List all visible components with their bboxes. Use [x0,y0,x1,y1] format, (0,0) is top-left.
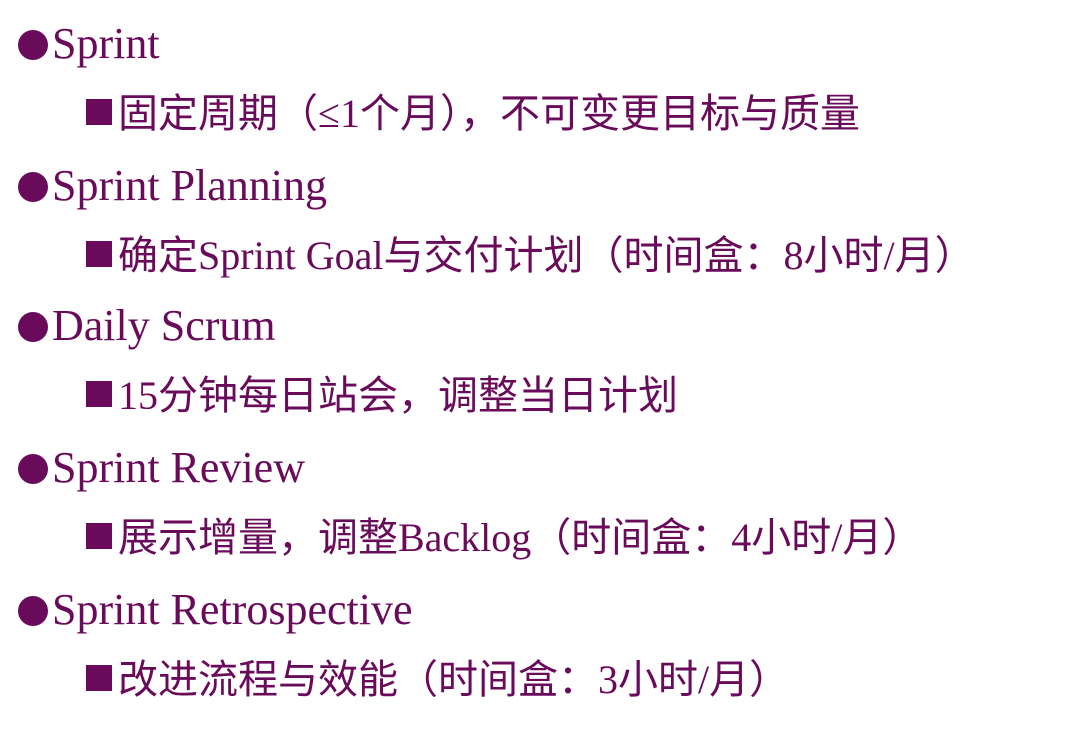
circle-bullet-icon [18,454,48,484]
sub-bullet-item: 15分钟每日站会，调整当日计划 [86,370,1078,422]
circle-bullet-icon [18,312,48,342]
bullet-item-sprint-review: Sprint Review [18,440,1078,496]
circle-bullet-icon [18,30,48,60]
sub-bullet-text: 确定Sprint Goal与交付计划（时间盒：8小时/月） [118,233,975,278]
sub-bullet-text: 展示增量，调整Backlog（时间盒：4小时/月） [118,515,923,560]
sub-bullet-item: 改进流程与效能（时间盒：3小时/月） [86,654,1078,706]
bullet-text: Sprint [52,19,160,68]
bullet-text: Sprint Review [52,443,305,492]
sub-bullet-text: 固定周期（≤1个月），不可变更目标与质量 [118,91,860,136]
bullet-item-sprint-retrospective: Sprint Retrospective [18,582,1078,638]
bullet-item-sprint-planning: Sprint Planning [18,158,1078,214]
circle-bullet-icon [18,596,48,626]
square-bullet-icon [86,381,112,407]
bullet-item-daily-scrum: Daily Scrum [18,298,1078,354]
sub-bullet-item: 展示增量，调整Backlog（时间盒：4小时/月） [86,512,1078,564]
sub-bullet-text: 改进流程与效能（时间盒：3小时/月） [118,657,790,702]
sub-bullet-item: 确定Sprint Goal与交付计划（时间盒：8小时/月） [86,230,1078,282]
square-bullet-icon [86,241,112,267]
square-bullet-icon [86,665,112,691]
sub-bullet-text: 15分钟每日站会，调整当日计划 [118,373,678,418]
sub-bullet-item: 固定周期（≤1个月），不可变更目标与质量 [86,88,1078,140]
bullet-text: Daily Scrum [52,301,276,350]
square-bullet-icon [86,99,112,125]
slide: Sprint 固定周期（≤1个月），不可变更目标与质量 Sprint Plann… [0,0,1078,756]
square-bullet-icon [86,523,112,549]
bullet-text: Sprint Planning [52,161,328,210]
bullet-item-sprint: Sprint [18,16,1078,72]
bullet-text: Sprint Retrospective [52,585,413,634]
circle-bullet-icon [18,172,48,202]
